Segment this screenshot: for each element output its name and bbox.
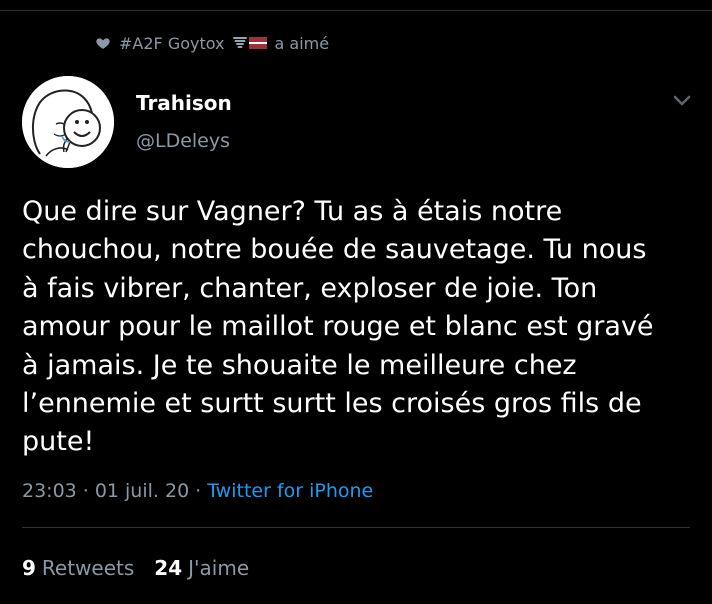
tweet-text: Que dire sur Vagner? Tu as à étais notre… [22,196,654,458]
meta-separator: · [195,480,202,502]
top-divider [0,10,712,11]
likes-label: J'aime [188,556,250,580]
likes-stat[interactable]: 24 J'aime [154,556,249,580]
wojak-avatar-icon [22,76,114,168]
chevron-down-icon[interactable] [672,94,692,108]
retweets-label: Retweets [41,556,135,580]
tweet-time: 23:03 [22,480,77,502]
heart-icon [96,38,110,49]
retweets-count: 9 [22,556,36,580]
tweet-date: 01 juil. 20 [94,480,190,502]
latvia-flag-icon [248,37,267,49]
user-handle[interactable]: @LDeleys [136,130,230,152]
social-context[interactable]: #A2F Goytox a aimé [95,31,329,55]
likes-count: 24 [154,556,183,580]
tornado-icon [232,37,247,48]
avatar[interactable] [22,76,114,168]
tweet-stats: 9 Retweets 24 J'aime [22,556,249,580]
tweet-source-link[interactable]: Twitter for iPhone [207,480,373,502]
retweets-stat[interactable]: 9 Retweets [22,556,134,580]
display-name[interactable]: Trahison [136,91,232,115]
social-action: a aimé [274,33,330,53]
meta-separator: · [82,480,89,502]
tweet-meta: 23:03 · 01 juil. 20 · Twitter for iPhone [22,480,373,502]
stats-divider [22,527,690,528]
user-emoji [232,36,267,50]
liked-by-user[interactable]: #A2F Goytox [119,34,225,53]
